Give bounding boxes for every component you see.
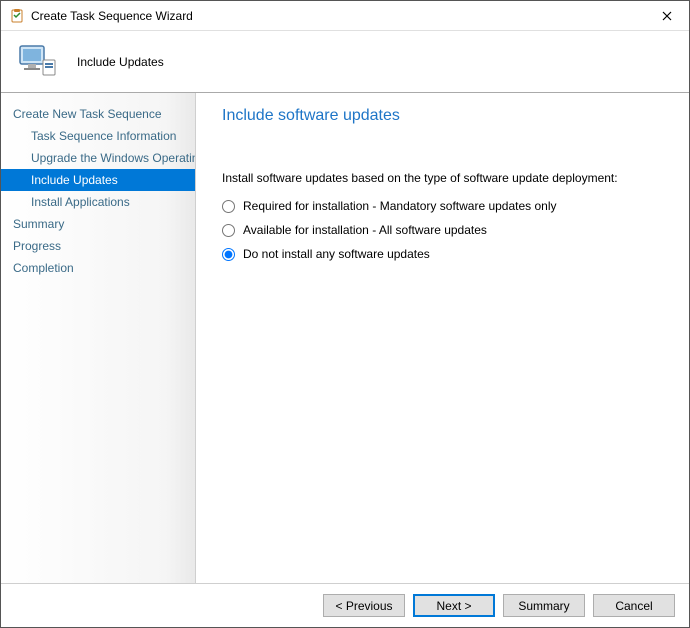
footer: < Previous Next > Summary Cancel	[1, 583, 689, 627]
close-icon	[662, 11, 672, 21]
titlebar: Create Task Sequence Wizard	[1, 1, 689, 31]
previous-button[interactable]: < Previous	[323, 594, 405, 617]
sidebar-item-upgrade-windows-os[interactable]: Upgrade the Windows Operating System	[1, 147, 195, 169]
sidebar-item-install-applications[interactable]: Install Applications	[1, 191, 195, 213]
computer-icon	[15, 40, 59, 84]
close-button[interactable]	[644, 1, 689, 31]
option-label: Available for installation - All softwar…	[243, 223, 487, 237]
option-label: Required for installation - Mandatory so…	[243, 199, 557, 213]
sidebar-item-task-sequence-information[interactable]: Task Sequence Information	[1, 125, 195, 147]
wizard-clipboard-icon	[9, 8, 25, 24]
next-button[interactable]: Next >	[413, 594, 495, 617]
radio-required[interactable]	[222, 200, 235, 213]
summary-button[interactable]: Summary	[503, 594, 585, 617]
sidebar: Create New Task Sequence Task Sequence I…	[1, 93, 196, 583]
cancel-button[interactable]: Cancel	[593, 594, 675, 617]
option-do-not-install[interactable]: Do not install any software updates	[222, 247, 671, 261]
wizard-body: Create New Task Sequence Task Sequence I…	[1, 93, 689, 583]
page-title: Include Updates	[77, 55, 164, 69]
sidebar-item-completion[interactable]: Completion	[1, 257, 195, 279]
option-label: Do not install any software updates	[243, 247, 430, 261]
sidebar-item-create-new-task-sequence[interactable]: Create New Task Sequence	[1, 103, 195, 125]
header-band: Include Updates	[1, 31, 689, 93]
instruction-text: Install software updates based on the ty…	[222, 171, 671, 185]
sidebar-item-summary[interactable]: Summary	[1, 213, 195, 235]
radio-available[interactable]	[222, 224, 235, 237]
option-available-for-installation[interactable]: Available for installation - All softwar…	[222, 223, 671, 237]
radio-do-not-install[interactable]	[222, 248, 235, 261]
main-panel: Include software updates Install softwar…	[196, 93, 689, 583]
option-required-for-installation[interactable]: Required for installation - Mandatory so…	[222, 199, 671, 213]
window-title: Create Task Sequence Wizard	[31, 9, 193, 23]
sidebar-item-include-updates[interactable]: Include Updates	[1, 169, 195, 191]
main-heading: Include software updates	[222, 107, 671, 125]
sidebar-item-progress[interactable]: Progress	[1, 235, 195, 257]
